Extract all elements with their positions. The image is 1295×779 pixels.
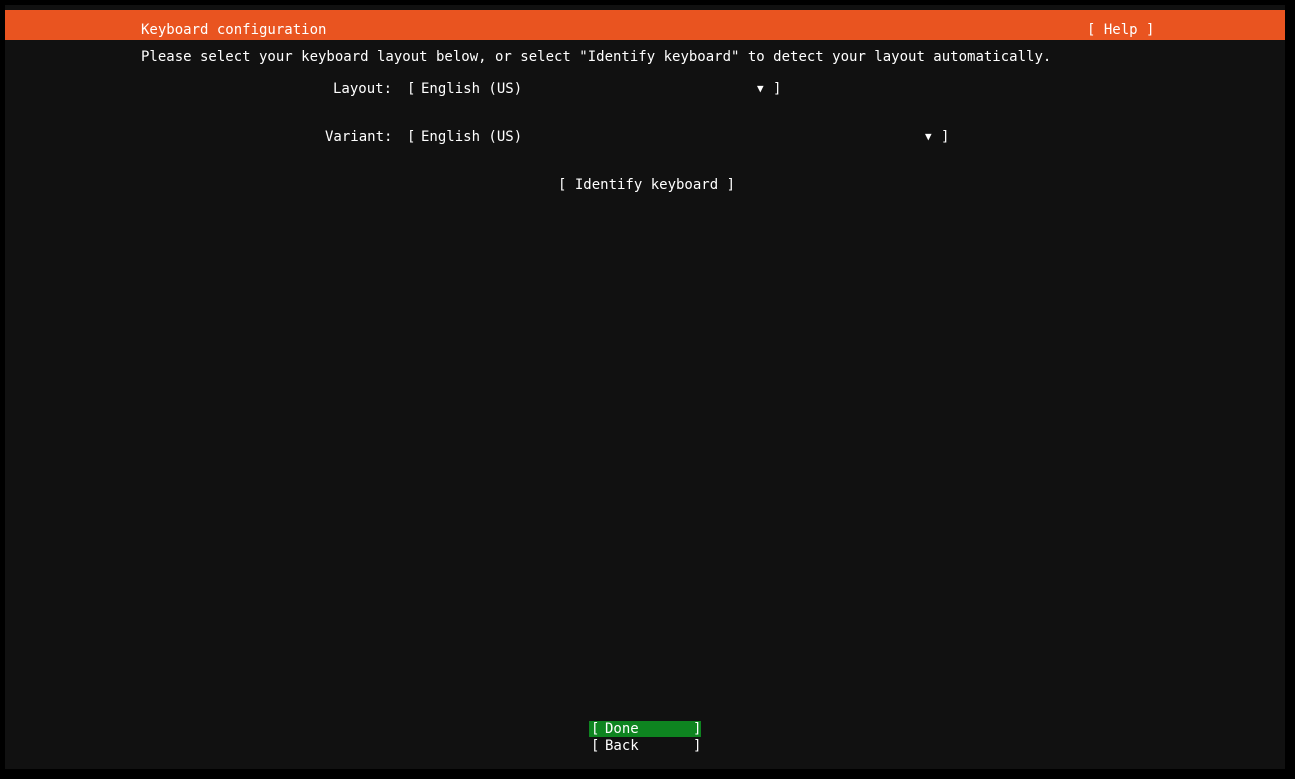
installer-screen: Keyboard configuration [ Help ] Please s… <box>5 5 1285 769</box>
dropdown-arrow-icon[interactable]: ▼ <box>757 81 764 97</box>
variant-label: Variant: <box>325 129 393 145</box>
page-title: Keyboard configuration <box>141 22 327 38</box>
layout-select-close-bracket: ] <box>773 81 782 97</box>
back-button-close-bracket[interactable]: ] <box>693 738 701 754</box>
done-button-close-bracket[interactable]: ] <box>693 721 701 737</box>
identify-keyboard-button[interactable]: [ Identify keyboard ] <box>558 177 735 193</box>
dropdown-arrow-icon[interactable]: ▼ <box>925 129 932 145</box>
back-button-open-bracket[interactable]: [ <box>591 738 599 754</box>
instruction-text: Please select your keyboard layout below… <box>141 49 1052 65</box>
done-button-open-bracket[interactable]: [ <box>591 721 599 737</box>
variant-select-open-bracket: [ <box>407 129 416 145</box>
header-bar: Keyboard configuration [ Help ] <box>5 10 1285 40</box>
back-button[interactable]: Back <box>605 738 639 754</box>
variant-select-value[interactable]: English (US) <box>421 129 522 145</box>
help-button[interactable]: [ Help ] <box>1087 22 1154 38</box>
variant-select-close-bracket: ] <box>941 129 950 145</box>
layout-select-open-bracket: [ <box>407 81 416 97</box>
layout-label: Layout: <box>333 81 393 97</box>
layout-select-value[interactable]: English (US) <box>421 81 522 97</box>
done-button-label[interactable]: Done <box>605 721 639 737</box>
